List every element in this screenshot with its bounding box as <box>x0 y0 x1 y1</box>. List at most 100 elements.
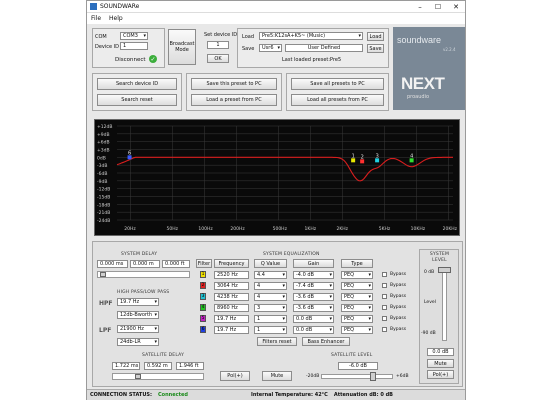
close-icon[interactable]: ✕ <box>447 1 465 13</box>
satellite-delay-slider-thumb[interactable] <box>135 374 141 379</box>
eq-gain-field[interactable]: 0.0 dB <box>293 315 334 323</box>
save-preset-to-pc-button[interactable]: Save this preset to PC <box>191 78 277 90</box>
satellite-delay-m[interactable]: 0.592 m <box>144 362 172 370</box>
eq-frequency-field[interactable]: 2520 Hz <box>214 271 249 279</box>
satellite-level-value[interactable]: -6.0 dB <box>338 362 378 370</box>
menu-help[interactable]: Help <box>109 13 123 24</box>
eq-response-graph[interactable]: +12dB +9dB +6dB +3dB 0dB -3dB -6dB -9dB -12dB -15… <box>94 119 460 236</box>
satellite-delay-ms[interactable]: 1.722 ms <box>112 362 140 370</box>
eq-gain-field[interactable]: -3.6 dB <box>293 304 334 312</box>
satellite-polarity-button[interactable]: Pol(+) <box>220 371 250 381</box>
lpf-type-select[interactable]: 24db-LR <box>117 338 159 346</box>
com-select[interactable]: COM3 <box>120 32 148 40</box>
eq-frequency-field[interactable]: 8960 Hz <box>214 304 249 312</box>
system-level-slider[interactable] <box>442 267 447 341</box>
lpf-frequency[interactable]: 21900 Hz <box>117 325 159 333</box>
save-button[interactable]: Save <box>367 44 384 53</box>
eq-bypass-checkbox[interactable] <box>382 305 387 310</box>
disconnect-label[interactable]: Disconnect <box>115 57 146 63</box>
eq-type-select[interactable]: PEQ <box>341 282 373 290</box>
eq-q-field[interactable]: 1 <box>254 326 287 334</box>
set-device-id-ok-button[interactable]: OK <box>207 54 229 63</box>
save-slot-select[interactable]: Usr6 <box>259 44 282 52</box>
eq-response-plot: +12dB +9dB +6dB +3dB0dB -3dB -6dB -9dB -12dB -15… <box>97 124 458 232</box>
system-delay-ft[interactable]: 0.000 ft <box>162 260 190 268</box>
eq-type-select[interactable]: PEQ <box>341 293 373 301</box>
eq-filter-swatch[interactable]: 2 <box>200 282 206 289</box>
eq-marker-label: 1 <box>352 153 355 159</box>
eq-gain-field[interactable]: -3.6 dB <box>293 293 334 301</box>
save-all-presets-button[interactable]: Save all presets to PC <box>291 78 384 90</box>
graph-x-label: 500Hz <box>273 226 288 232</box>
system-delay-slider[interactable] <box>97 271 190 278</box>
soundware-logo: soundware v2.2.4 NEXT proaudio <box>393 27 465 110</box>
eq-frequency-field[interactable]: 4238 Hz <box>214 293 249 301</box>
load-preset-from-pc-button[interactable]: Load a preset from PC <box>191 94 277 106</box>
satellite-delay-slider[interactable] <box>112 373 204 380</box>
broadcast-mode-button[interactable]: Broadcast Mode <box>168 29 196 65</box>
system-delay-ms[interactable]: 0.000 ms <box>97 260 128 268</box>
eq-q-field[interactable]: 4 <box>254 293 287 301</box>
set-device-id-field[interactable]: 1 <box>207 41 229 49</box>
eq-header-frequency: Frequency <box>214 259 249 268</box>
eq-bypass-checkbox[interactable] <box>382 327 387 332</box>
eq-gain-field[interactable]: -4.0 dB <box>293 271 334 279</box>
eq-bypass-checkbox[interactable] <box>382 316 387 321</box>
eq-bypass-checkbox[interactable] <box>382 294 387 299</box>
com-label: COM <box>95 34 107 40</box>
eq-type-select[interactable]: PEQ <box>341 271 373 279</box>
save-name-field[interactable]: User Defined <box>285 44 363 52</box>
system-level-value[interactable]: 0.0 dB <box>427 348 454 356</box>
eq-q-field[interactable]: 3 <box>254 304 287 312</box>
eq-q-field[interactable]: 1 <box>254 315 287 323</box>
load-all-presets-button[interactable]: Load all presets from PC <box>291 94 384 106</box>
system-polarity-button[interactable]: Pol(+) <box>427 370 454 379</box>
device-id-field[interactable]: 1 <box>120 42 148 50</box>
system-level-bottom: -90 dB <box>421 331 436 336</box>
graph-y-label: -9dB <box>97 179 107 185</box>
system-delay-m[interactable]: 0.000 m <box>130 260 160 268</box>
load-button[interactable]: Load <box>367 32 384 41</box>
system-level-slider-thumb[interactable] <box>438 267 451 273</box>
graph-y-label: -18dB <box>97 202 110 208</box>
eq-filter-swatch[interactable]: 1 <box>200 271 206 278</box>
bass-enhancer-button[interactable]: Bass Enhancer <box>302 337 350 346</box>
filters-reset-button[interactable]: Filters reset <box>257 337 297 346</box>
satellite-level-slider-thumb[interactable] <box>370 372 376 381</box>
load-preset-select[interactable]: Pre5:K12sA+K5~ (Music) <box>259 32 363 40</box>
eq-gain-field[interactable]: -7.4 dB <box>293 282 334 290</box>
system-mute-button[interactable]: Mute <box>427 359 454 368</box>
system-delay-slider-thumb[interactable] <box>100 272 106 277</box>
satellite-delay-ft[interactable]: 1.946 ft <box>176 362 204 370</box>
eq-frequency-field[interactable]: 3064 Hz <box>214 282 249 290</box>
hpf-frequency[interactable]: 19.7 Hz <box>117 298 159 306</box>
menu-file[interactable]: File <box>91 13 101 24</box>
hpf-type-select[interactable]: 12db-Bworth <box>117 311 159 319</box>
hpf-label: HPF <box>99 300 113 307</box>
graph-x-label: 50Hz <box>166 226 178 232</box>
satellite-level-slider[interactable] <box>321 374 393 379</box>
eq-type-select[interactable]: PEQ <box>341 304 373 312</box>
internal-temperature: Internal Temperature: 42°C <box>250 392 328 398</box>
eq-bypass-label: Bypass <box>390 305 407 310</box>
graph-y-label: +3dB <box>97 148 110 154</box>
eq-filter-swatch[interactable]: 3 <box>200 293 206 300</box>
eq-type-select[interactable]: PEQ <box>341 315 373 323</box>
eq-frequency-field[interactable]: 19.7 Hz <box>214 315 249 323</box>
minimize-icon[interactable]: – <box>411 1 429 13</box>
eq-type-select[interactable]: PEQ <box>341 326 373 334</box>
eq-gain-field[interactable]: 0.0 dB <box>293 326 334 334</box>
maximize-icon[interactable]: ☐ <box>429 1 447 13</box>
search-device-id-button[interactable]: Search device ID <box>97 78 177 90</box>
eq-filter-swatch[interactable]: 4 <box>200 304 206 311</box>
eq-filter-swatch[interactable]: 6 <box>200 326 206 333</box>
search-reset-button[interactable]: Search reset <box>97 94 177 106</box>
eq-bypass-checkbox[interactable] <box>382 283 387 288</box>
eq-q-field[interactable]: 4.4 <box>254 271 287 279</box>
eq-frequency-field[interactable]: 19.7 Hz <box>214 326 249 334</box>
eq-bypass-label: Bypass <box>390 327 407 332</box>
satellite-mute-button[interactable]: Mute <box>262 371 292 381</box>
eq-q-field[interactable]: 4 <box>254 282 287 290</box>
eq-bypass-checkbox[interactable] <box>382 272 387 277</box>
eq-filter-swatch[interactable]: 5 <box>200 315 206 322</box>
